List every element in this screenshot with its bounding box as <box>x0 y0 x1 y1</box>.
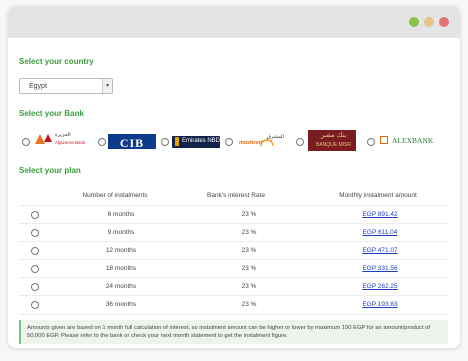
aljazeera-name-ar: الجزيرة <box>55 132 71 138</box>
banque-misr-name-en: BANQUE MISR <box>316 142 352 148</box>
alexbank-text: ALEXBANK <box>392 136 434 145</box>
bank-radio-banque-misr[interactable] <box>296 138 304 146</box>
plan-rate: 23 % <box>241 265 257 272</box>
table-row[interactable]: 18 months 23 % EGP 331.56 <box>19 259 449 278</box>
window-yellow-dot[interactable] <box>424 17 434 27</box>
country-heading: Select your country <box>19 57 94 66</box>
plan-radio[interactable] <box>31 247 39 255</box>
emirates-nbd-text: Emirates NBD <box>182 138 221 144</box>
country-select-value: Egypt <box>29 83 47 90</box>
bank-logo-cib[interactable]: CIB <box>108 134 156 150</box>
plan-months: 18 months <box>105 265 137 272</box>
content: Select your country Egypt ▾ Select your … <box>8 38 460 348</box>
disclaimer-note: Amounts given are based on 1 month full … <box>19 320 448 344</box>
aljazeera-name-en: Aljazeera Bank <box>55 140 86 145</box>
plan-months: 12 months <box>105 247 137 254</box>
window-red-dot[interactable] <box>439 17 449 27</box>
title-bar <box>8 6 460 38</box>
col-header-instalments: Number of instalments <box>82 192 148 199</box>
plan-rate: 23 % <box>241 301 257 308</box>
cib-logo-text: CIB <box>119 136 145 150</box>
plan-months: 24 months <box>105 283 137 290</box>
bank-logo-banque-misr[interactable]: بنك مصر BANQUE MISR <box>308 130 356 151</box>
plan-amount-link[interactable]: EGP 611.04 <box>335 229 425 236</box>
aljazeera-logo-icon-2 <box>44 134 52 142</box>
plan-rate: 23 % <box>241 229 257 236</box>
emirates-nbd-mark-icon <box>175 137 179 146</box>
plan-months: 36 months <box>105 301 137 308</box>
bank-logo-mashreq[interactable]: المشرق mashreq <box>237 134 293 150</box>
bank-radio-aljazeera[interactable] <box>22 138 30 146</box>
alexbank-mark-icon <box>380 136 388 144</box>
table-row[interactable]: 12 months 23 % EGP 471.07 <box>19 241 449 260</box>
bank-logo-alexbank[interactable]: ALEXBANK <box>380 135 440 148</box>
mashreq-sun-icon <box>260 138 274 147</box>
plan-months: 6 months <box>107 211 135 218</box>
plan-radio[interactable] <box>31 265 39 273</box>
bank-logo-aljazeera[interactable]: الجزيرة Aljazeera Bank <box>35 131 95 149</box>
table-row[interactable]: 24 months 23 % EGP 262.25 <box>19 277 449 296</box>
chevron-down-icon: ▾ <box>102 79 112 93</box>
plan-amount-link[interactable]: EGP 891.42 <box>335 211 425 218</box>
plan-amount-link[interactable]: EGP 471.07 <box>335 247 425 254</box>
banque-misr-name-ar: بنك مصر <box>321 132 347 139</box>
plan-rate: 23 % <box>241 211 257 218</box>
col-header-monthly-amount: Monthly instalment amount <box>339 192 417 199</box>
plan-radio[interactable] <box>31 211 39 219</box>
plan-rate: 23 % <box>241 283 257 290</box>
bank-logo-emirates-nbd[interactable]: Emirates NBD <box>172 136 220 148</box>
plan-rate: 23 % <box>241 247 257 254</box>
table-row[interactable]: 9 months 23 % EGP 611.04 <box>19 223 449 242</box>
plan-radio[interactable] <box>31 301 39 309</box>
bank-radio-emirates-nbd[interactable] <box>161 138 169 146</box>
table-row[interactable]: 6 months 23 % EGP 891.42 <box>19 205 449 224</box>
window-green-dot[interactable] <box>409 17 419 27</box>
bank-heading: Select your Bank <box>19 109 84 118</box>
col-header-interest-rate: Bank's interest Rate <box>207 192 265 199</box>
plan-months: 9 months <box>107 229 135 236</box>
plan-heading: Select your plan <box>19 166 81 175</box>
window: Select your country Egypt ▾ Select your … <box>8 6 460 348</box>
plan-radio[interactable] <box>31 229 39 237</box>
country-select[interactable]: Egypt ▾ <box>19 78 113 94</box>
plan-radio[interactable] <box>31 283 39 291</box>
plan-amount-link[interactable]: EGP 331.56 <box>335 265 425 272</box>
table-row[interactable]: 36 months 23 % EGP 193.83 <box>19 295 449 315</box>
bank-radio-alexbank[interactable] <box>367 138 375 146</box>
plan-amount-link[interactable]: EGP 193.83 <box>335 301 425 308</box>
plan-amount-link[interactable]: EGP 262.25 <box>335 283 425 290</box>
bank-radio-cib[interactable] <box>98 138 106 146</box>
bank-radio-mashreq[interactable] <box>225 138 233 146</box>
